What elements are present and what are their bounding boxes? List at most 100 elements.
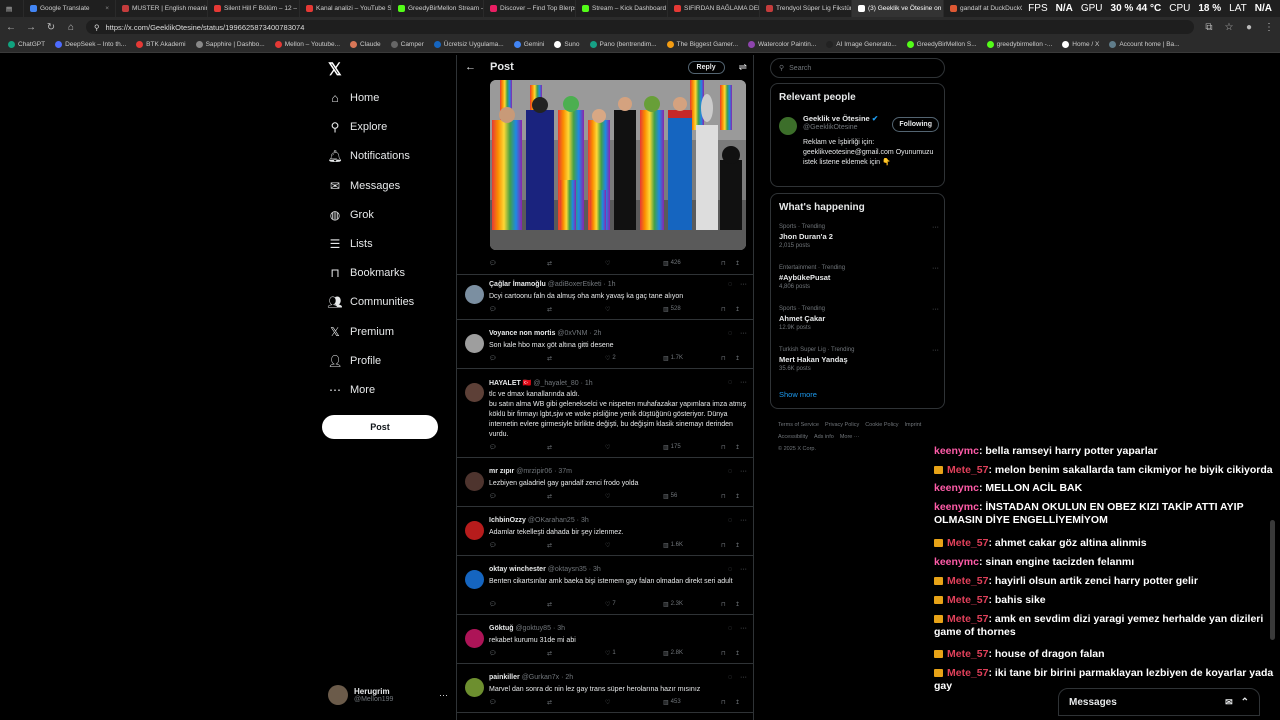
retweet-icon[interactable]: ⇄: [547, 355, 605, 362]
reply-icon[interactable]: 💬︎: [489, 650, 547, 657]
menu-icon[interactable]: ⋮: [1264, 22, 1274, 33]
browser-tab[interactable]: Google Translate ×: [24, 0, 116, 17]
avatar[interactable]: [465, 334, 484, 353]
like-stat[interactable]: ♡: [605, 542, 663, 549]
chat-username[interactable]: Mete_57: [947, 667, 988, 679]
chat-username[interactable]: keenymc: [934, 501, 979, 513]
grok-icon[interactable]: ◌: [728, 468, 732, 475]
bookmark-icon[interactable]: ⊓: [721, 601, 735, 608]
grok-icon[interactable]: ◌: [728, 379, 732, 386]
tweet-author-name[interactable]: Voyance non mortis: [489, 330, 555, 337]
reply-button[interactable]: Reply: [687, 60, 725, 74]
retweet-icon[interactable]: ⇄: [547, 306, 605, 313]
scrollbar[interactable]: [1270, 520, 1275, 640]
reply-icon[interactable]: 💬︎: [489, 306, 547, 313]
more-dots-icon[interactable]: ···: [740, 674, 747, 681]
footer-link[interactable]: Ads info: [814, 434, 834, 440]
grok-icon[interactable]: ◌: [728, 330, 732, 337]
bookmark-item[interactable]: Watercolor Paintin...: [748, 41, 816, 48]
views-stat[interactable]: ▥ 453: [663, 699, 721, 706]
bookmark-icon[interactable]: ⊓: [721, 260, 735, 267]
sidebar-item-bookmarks[interactable]: ⊓ Bookmarks: [328, 262, 405, 284]
like-stat[interactable]: ♡: [605, 699, 663, 706]
chat-username[interactable]: keenymc: [934, 482, 979, 494]
settings-sliders-icon[interactable]: ⇌: [739, 62, 747, 73]
share-icon[interactable]: ↥: [735, 699, 745, 706]
heart-icon[interactable]: ♡: [605, 260, 663, 267]
bookmark-item[interactable]: Home / X: [1062, 41, 1099, 48]
tweet-author-name[interactable]: mr zıpır: [489, 468, 514, 475]
share-icon[interactable]: ↥: [735, 260, 745, 267]
bookmark-icon[interactable]: ⊓: [721, 650, 735, 657]
avatar[interactable]: [465, 570, 484, 589]
tweet-handle[interactable]: @oktaysn35: [548, 566, 587, 573]
back-arrow-icon[interactable]: ←: [465, 61, 476, 73]
reply-icon[interactable]: 💬︎: [489, 260, 547, 267]
avatar[interactable]: [465, 629, 484, 648]
sidebar-item-lists[interactable]: ☰ Lists: [328, 233, 373, 255]
bookmark-item[interactable]: Mellon – Youtube...: [274, 41, 340, 48]
browser-menu-tab[interactable]: ▤: [0, 0, 24, 17]
views-stat[interactable]: ▥ 1.7K: [663, 355, 721, 362]
reply-icon[interactable]: 💬︎: [489, 699, 547, 706]
sidebar-item-profile[interactable]: 👤︎ Profile: [327, 350, 381, 372]
tweet-author-name[interactable]: HAYALET 🇹🇷: [489, 380, 531, 387]
bookmark-item[interactable]: Pano (bentrendim...: [589, 41, 657, 48]
bookmark-item[interactable]: Suno: [554, 41, 580, 48]
messages-drawer[interactable]: Messages ✉ ⌃: [1058, 688, 1260, 716]
avatar[interactable]: [465, 472, 484, 491]
share-icon[interactable]: ↥: [735, 601, 745, 608]
bookmark-icon[interactable]: ⊓: [721, 493, 735, 500]
bookmark-item[interactable]: Ücretsiz Uygulama...: [433, 41, 504, 48]
browser-tab[interactable]: Silent Hill F Bölüm – 12 – O...×: [208, 0, 300, 17]
forward-arrow-icon[interactable]: →: [26, 22, 36, 33]
bookmark-item[interactable]: AI Image Generato...: [826, 41, 897, 48]
profile-avatar-icon[interactable]: ●: [1244, 22, 1254, 33]
reload-icon[interactable]: ↻: [46, 22, 56, 33]
tweet-author-name[interactable]: Göktuğ: [489, 625, 514, 632]
retweet-icon[interactable]: ⇄: [547, 601, 605, 608]
like-stat[interactable]: ♡: [605, 306, 663, 313]
avatar[interactable]: [465, 285, 484, 304]
views-stat[interactable]: ▥ 2.3K: [663, 601, 721, 608]
tweet-author-name[interactable]: oktay winchester: [489, 566, 546, 573]
url-bar[interactable]: ⚲ https://x.com/GeeklikOtesine/status/19…: [86, 20, 1194, 34]
views-stat[interactable]: ▥ 175: [663, 444, 721, 451]
tweet-handle[interactable]: @mrzipir06: [516, 468, 552, 475]
chat-username[interactable]: keenymc: [934, 556, 979, 568]
sidebar-item-notifications[interactable]: 🔔︎ Notifications: [327, 145, 410, 167]
sidebar-item-grok[interactable]: ◍ Grok: [328, 204, 374, 226]
following-button[interactable]: Following: [892, 117, 939, 132]
tweet-handle[interactable]: @adiBoxerEtiketi: [548, 281, 602, 288]
search-input[interactable]: ⚲ Search: [770, 58, 945, 78]
retweet-icon[interactable]: ⇄: [547, 650, 605, 657]
bookmark-item[interactable]: The Biggest Gamer...: [666, 41, 738, 48]
chat-username[interactable]: Mete_57: [947, 613, 988, 625]
retweet-icon[interactable]: ⇄: [547, 260, 605, 267]
more-dots-icon[interactable]: ···: [932, 224, 939, 231]
views-stat[interactable]: ▥ 426: [663, 260, 721, 267]
compose-message-icon[interactable]: ✉: [1225, 697, 1233, 708]
views-stat[interactable]: ▥ 56: [663, 493, 721, 500]
chat-username[interactable]: Mete_57: [947, 575, 988, 587]
browser-tab[interactable]: Stream – Kick Dashboard×: [576, 0, 668, 17]
reply-icon[interactable]: 💬︎: [489, 444, 547, 451]
more-dots-icon[interactable]: ···: [740, 330, 747, 337]
bookmark-item[interactable]: BTK Akademi: [136, 41, 186, 48]
more-dots-icon[interactable]: ···: [932, 265, 939, 272]
reply-icon[interactable]: 💬︎: [489, 601, 547, 608]
views-stat[interactable]: ▥ 1.6K: [663, 542, 721, 549]
footer-link[interactable]: Cookie Policy: [865, 422, 898, 428]
reply-icon[interactable]: 💬︎: [489, 542, 547, 549]
trend-item[interactable]: Sports · Trending Jhon Duran'a 2 2,015 pos…: [779, 224, 939, 249]
back-arrow-icon[interactable]: ←: [6, 22, 16, 33]
bookmark-item[interactable]: Gemini: [513, 41, 544, 48]
x-logo-icon[interactable]: 𝕏: [328, 60, 342, 80]
share-icon[interactable]: ↥: [735, 493, 745, 500]
tweet-author-name[interactable]: painkiller: [489, 674, 520, 681]
bookmark-item[interactable]: greedybirmellon -...: [986, 41, 1052, 48]
share-icon[interactable]: ↥: [735, 444, 745, 451]
footer-link[interactable]: Terms of Service: [778, 422, 819, 428]
grok-icon[interactable]: ◌: [728, 625, 732, 632]
close-tab-icon[interactable]: ×: [105, 5, 109, 12]
